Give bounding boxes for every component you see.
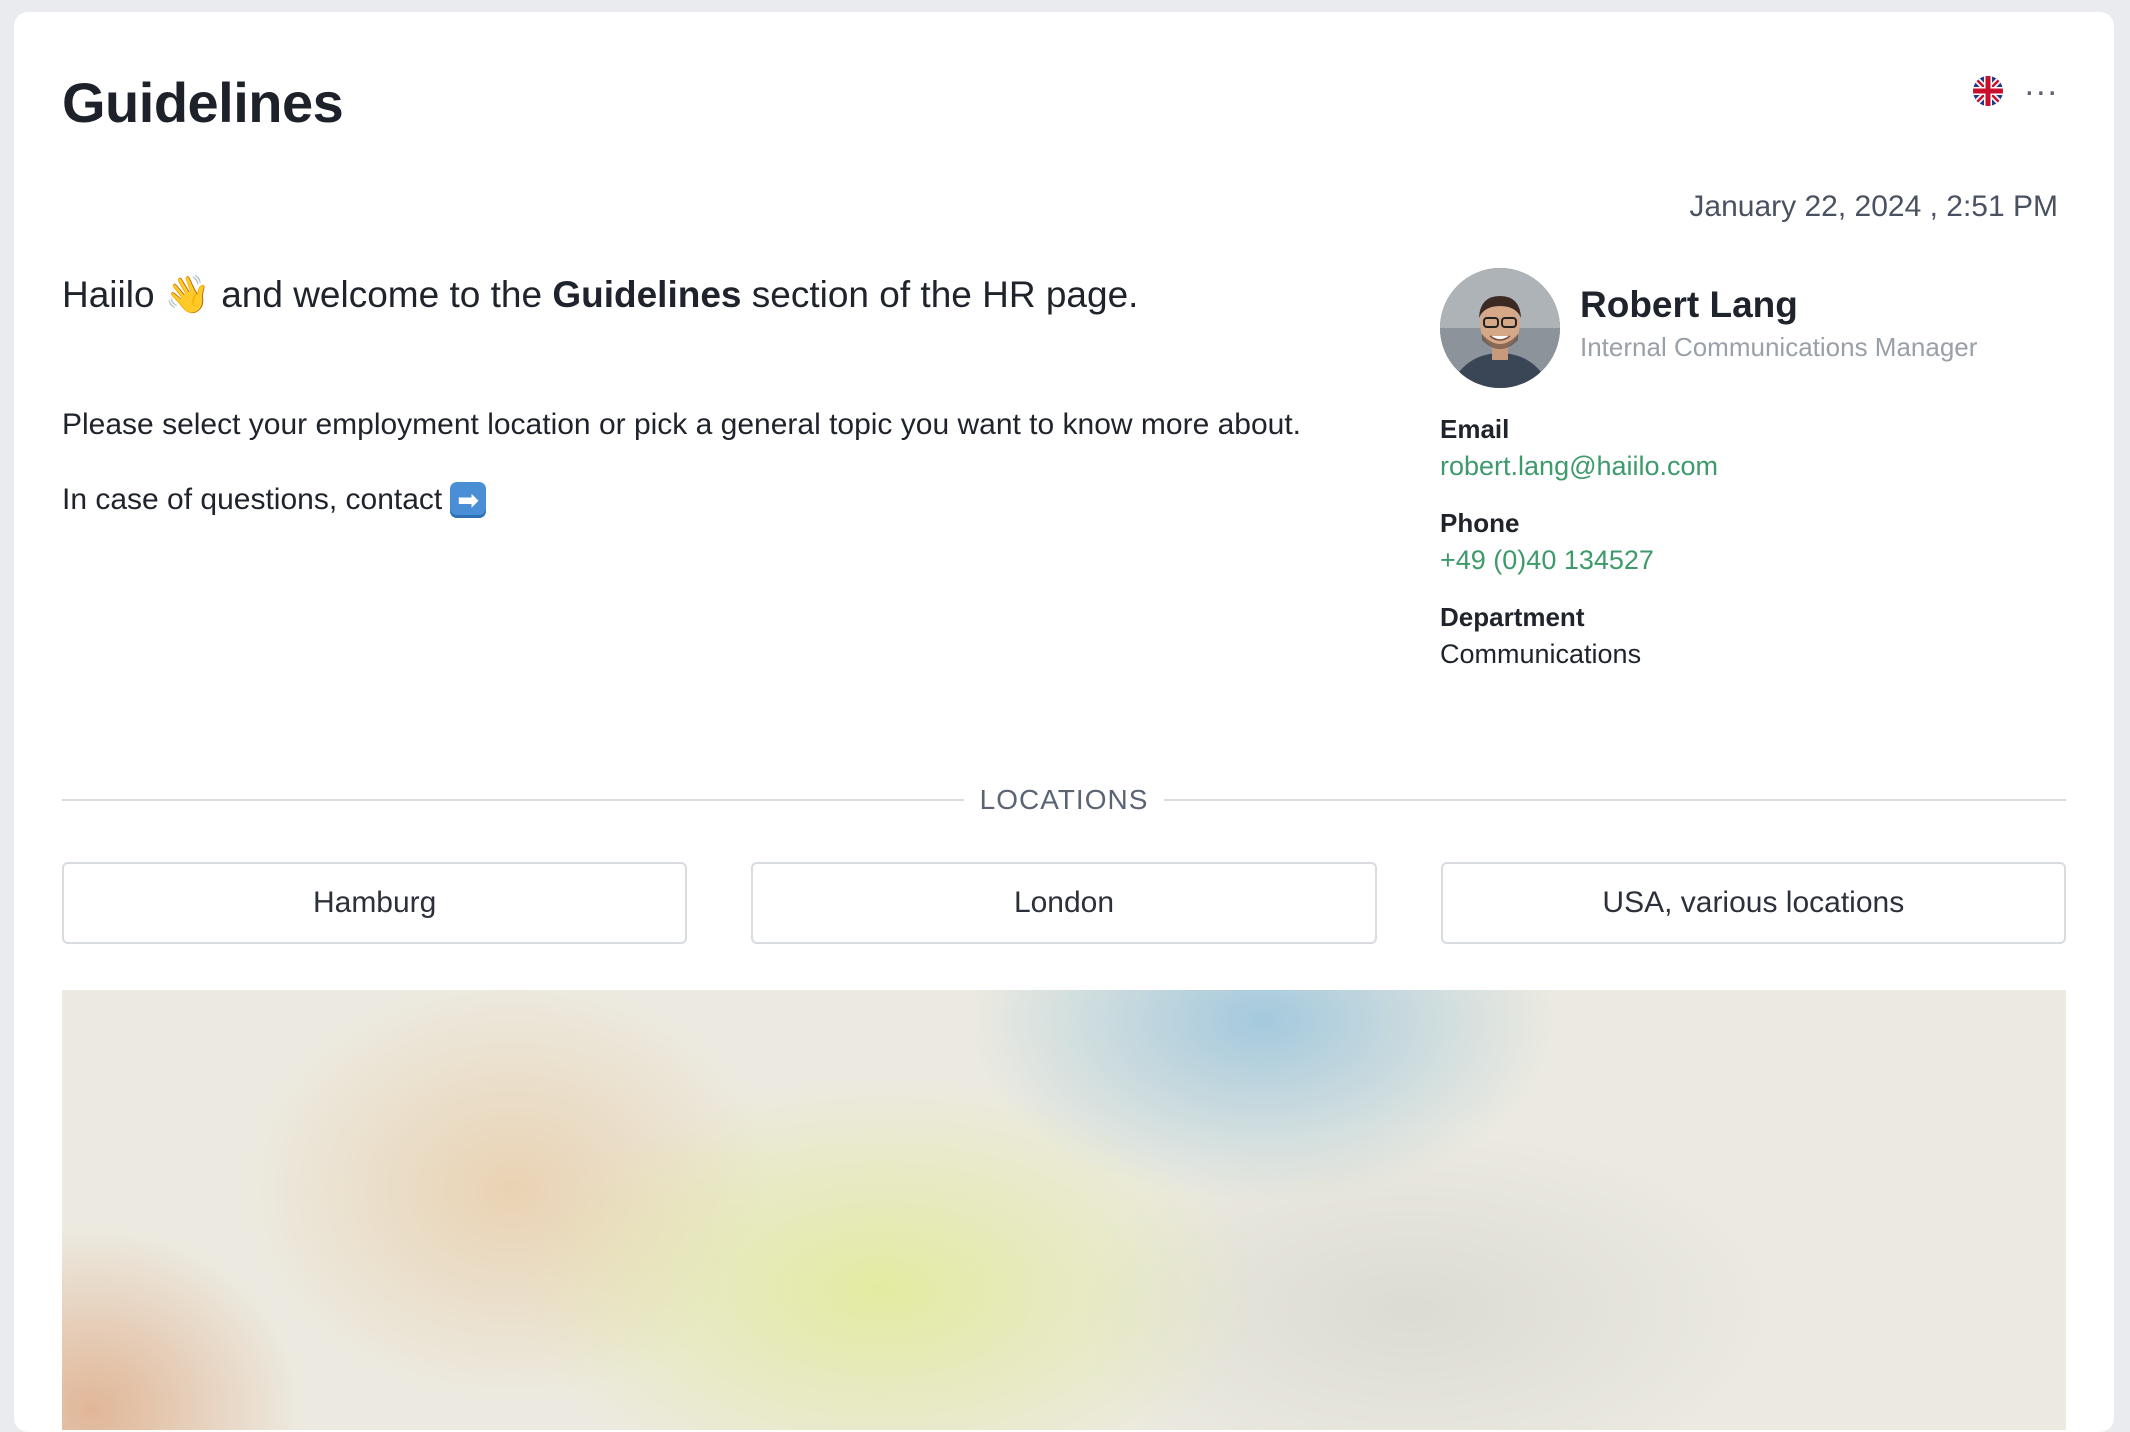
- locations-heading: LOCATIONS: [979, 784, 1149, 815]
- contact-header: Robert Lang Internal Communications Mana…: [1440, 268, 2080, 388]
- contact-hint-text: In case of questions, contact: [62, 483, 443, 516]
- welcome-greeting-end: section of the HR page.: [751, 274, 1139, 315]
- phone-label: Phone: [1440, 508, 1520, 538]
- department-value: Communications: [1440, 639, 1642, 669]
- wave-emoji-icon: 👋: [164, 274, 211, 315]
- welcome-greeting-bold: Guidelines: [552, 274, 742, 315]
- locations-divider: LOCATIONS: [62, 782, 2067, 818]
- contact-hint: In case of questions, contact ➡: [62, 482, 487, 518]
- phone-value: +49 (0)40 134527: [1440, 545, 2080, 576]
- email-label: Email: [1440, 414, 1510, 444]
- arrow-right-icon: ➡: [450, 482, 487, 518]
- page-title: Guidelines: [62, 71, 344, 134]
- contact-identity: Robert Lang Internal Communications Mana…: [1580, 284, 1978, 363]
- contact-role: Internal Communications Manager: [1580, 331, 1978, 362]
- location-button-usa[interactable]: USA, various locations: [1440, 862, 2066, 944]
- divider-line-left: [62, 799, 964, 801]
- divider-line-right: [1164, 799, 2067, 801]
- intro-paragraph: Please select your employment location o…: [62, 408, 1301, 441]
- contact-card: Robert Lang Internal Communications Mana…: [1440, 268, 2080, 670]
- phone-link[interactable]: +49 (0)40 134527: [1440, 545, 1654, 575]
- location-button-london[interactable]: London: [751, 862, 1377, 944]
- publish-date: January 22, 2024 , 2:51 PM: [1689, 190, 2058, 223]
- guidelines-page-card: Guidelines ... January 22, 2024 , 2:51 P…: [14, 12, 2114, 1432]
- email-value: robert.lang@haiilo.com: [1440, 451, 2080, 482]
- avatar[interactable]: [1440, 268, 1560, 388]
- gradient-banner-image: [62, 990, 2066, 1430]
- contact-name[interactable]: Robert Lang: [1580, 284, 1977, 326]
- location-buttons: Hamburg London USA, various locations: [62, 862, 2066, 944]
- location-button-hamburg[interactable]: Hamburg: [62, 862, 688, 944]
- welcome-heading: Haiilo 👋 and welcome to the Guidelines s…: [62, 274, 1362, 317]
- more-options-button[interactable]: ...: [2025, 67, 2059, 108]
- top-actions: ...: [1972, 67, 2059, 108]
- email-link[interactable]: robert.lang@haiilo.com: [1440, 451, 1718, 481]
- welcome-greeting-mid: and welcome to the: [221, 274, 543, 315]
- welcome-greeting-start: Haiilo: [62, 274, 155, 315]
- department-label: Department: [1440, 602, 1585, 632]
- uk-flag-icon[interactable]: [1972, 76, 2003, 106]
- person-avatar-icon: [1440, 268, 1560, 388]
